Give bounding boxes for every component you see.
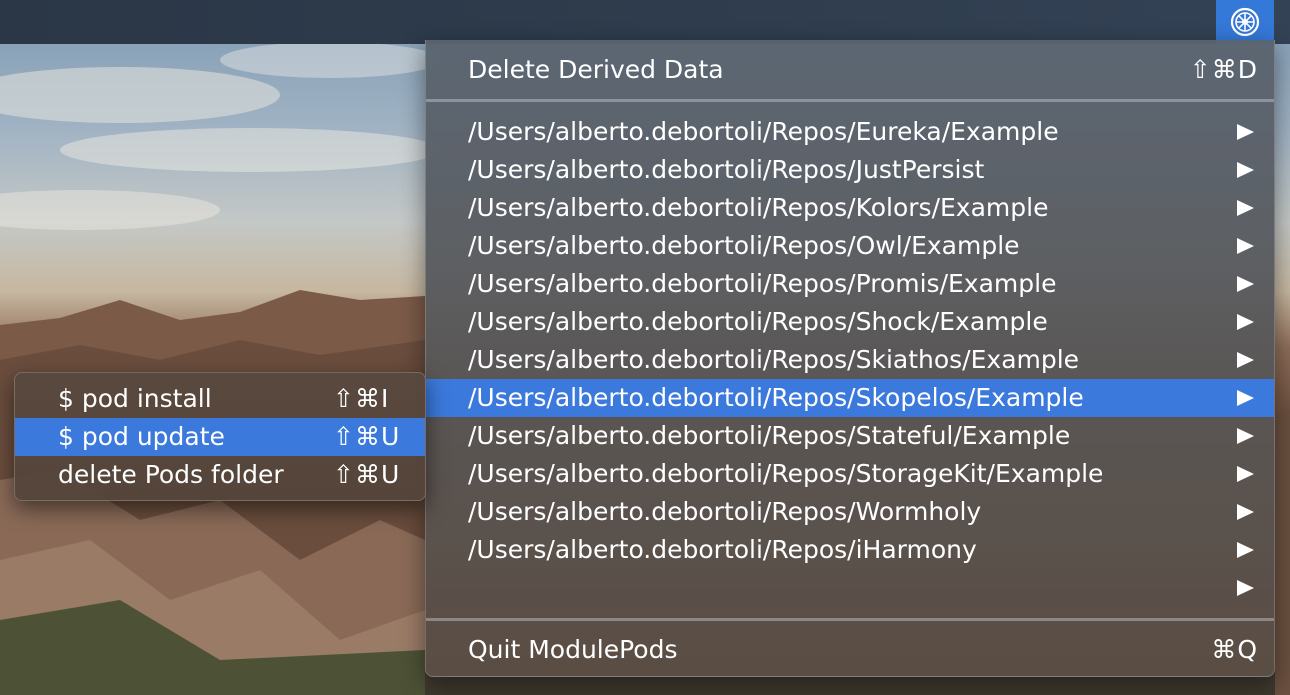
- repo-item[interactable]: /Users/alberto.debortoli/Repos/Eureka/Ex…: [426, 113, 1274, 151]
- repo-item[interactable]: /Users/alberto.debortoli/Repos/Shock/Exa…: [426, 303, 1274, 341]
- submenu-arrow-icon: [1237, 352, 1254, 368]
- repo-path-label: /Users/alberto.debortoli/Repos/Promis/Ex…: [468, 269, 1057, 298]
- quit-shortcut: ⌘Q: [1211, 635, 1258, 664]
- repo-item[interactable]: /Users/alberto.debortoli/Repos/Skiathos/…: [426, 341, 1274, 379]
- repo-path-label: /Users/alberto.debortoli/Repos/Owl/Examp…: [468, 231, 1020, 260]
- repo-item[interactable]: /Users/alberto.debortoli/Repos/Wormholy: [426, 493, 1274, 531]
- submenu-item[interactable]: $ pod install ⇧⌘I: [15, 380, 425, 418]
- delete-derived-data-shortcut: ⇧⌘D: [1189, 55, 1258, 84]
- submenu-arrow-icon: [1237, 162, 1254, 178]
- repo-item[interactable]: /Users/alberto.debortoli/Repos/Kolors/Ex…: [426, 189, 1274, 227]
- submenu-item-label: delete Pods folder: [58, 460, 284, 489]
- repo-item[interactable]: [426, 569, 1274, 607]
- submenu-arrow-icon: [1237, 542, 1254, 558]
- menu-separator: [426, 99, 1274, 102]
- repo-item[interactable]: /Users/alberto.debortoli/Repos/iHarmony: [426, 531, 1274, 569]
- submenu-arrow-icon: [1237, 466, 1254, 482]
- repo-path-label: /Users/alberto.debortoli/Repos/iHarmony: [468, 535, 977, 564]
- repo-path-label: /Users/alberto.debortoli/Repos/Stateful/…: [468, 421, 1071, 450]
- submenu-item[interactable]: delete Pods folder ⇧⌘U: [15, 456, 425, 494]
- submenu-item-label: $ pod update: [58, 422, 225, 451]
- submenu-item-shortcut: ⇧⌘U: [333, 460, 401, 489]
- delete-derived-data-label: Delete Derived Data: [468, 55, 724, 84]
- submenu-item[interactable]: $ pod update ⇧⌘U: [15, 418, 425, 456]
- repo-item[interactable]: /Users/alberto.debortoli/Repos/Owl/Examp…: [426, 227, 1274, 265]
- submenu-arrow-icon: [1237, 390, 1254, 406]
- quit-item[interactable]: Quit ModulePods ⌘Q: [426, 631, 1274, 669]
- repo-item[interactable]: /Users/alberto.debortoli/Repos/Skopelos/…: [426, 379, 1274, 417]
- submenu-item-label: $ pod install: [58, 384, 212, 413]
- repo-item[interactable]: /Users/alberto.debortoli/Repos/Promis/Ex…: [426, 265, 1274, 303]
- repo-actions-submenu: $ pod install ⇧⌘I $ pod update ⇧⌘U delete Po…: [14, 372, 426, 501]
- repo-item[interactable]: /Users/alberto.debortoli/Repos/Stateful/…: [426, 417, 1274, 455]
- submenu-arrow-icon: [1237, 504, 1254, 520]
- quit-label: Quit ModulePods: [468, 635, 678, 664]
- submenu-item-shortcut: ⇧⌘U: [333, 422, 401, 451]
- repo-path-label: /Users/alberto.debortoli/Repos/Eureka/Ex…: [468, 117, 1059, 146]
- modulepods-status-item[interactable]: [1216, 0, 1274, 44]
- modulepods-menu: Delete Derived Data ⇧⌘D /Users/alberto.d…: [425, 40, 1275, 677]
- submenu-arrow-icon: [1237, 276, 1254, 292]
- repo-path-label: /Users/alberto.debortoli/Repos/Skopelos/…: [468, 383, 1084, 412]
- repo-path-label: /Users/alberto.debortoli/Repos/StorageKi…: [468, 459, 1104, 488]
- submenu-arrow-icon: [1237, 428, 1254, 444]
- menu-separator: [426, 618, 1274, 621]
- submenu-arrow-icon: [1237, 314, 1254, 330]
- submenu-arrow-icon: [1237, 238, 1254, 254]
- repo-path-label: /Users/alberto.debortoli/Repos/Wormholy: [468, 497, 982, 526]
- repo-item[interactable]: /Users/alberto.debortoli/Repos/StorageKi…: [426, 455, 1274, 493]
- delete-derived-data-item[interactable]: Delete Derived Data ⇧⌘D: [426, 51, 1274, 89]
- repo-path-label: /Users/alberto.debortoli/Repos/Skiathos/…: [468, 345, 1080, 374]
- submenu-item-shortcut: ⇧⌘I: [333, 384, 390, 413]
- repo-path-label: /Users/alberto.debortoli/Repos/JustPersi…: [468, 155, 985, 184]
- helm-wheel-icon: [1230, 7, 1260, 37]
- menu-bar: [0, 0, 1290, 44]
- repo-item[interactable]: /Users/alberto.debortoli/Repos/JustPersi…: [426, 151, 1274, 189]
- submenu-arrow-icon: [1237, 200, 1254, 216]
- submenu-arrow-icon: [1237, 580, 1254, 596]
- repo-path-label: /Users/alberto.debortoli/Repos/Kolors/Ex…: [468, 193, 1049, 222]
- submenu-arrow-icon: [1237, 124, 1254, 140]
- repo-path-label: /Users/alberto.debortoli/Repos/Shock/Exa…: [468, 307, 1048, 336]
